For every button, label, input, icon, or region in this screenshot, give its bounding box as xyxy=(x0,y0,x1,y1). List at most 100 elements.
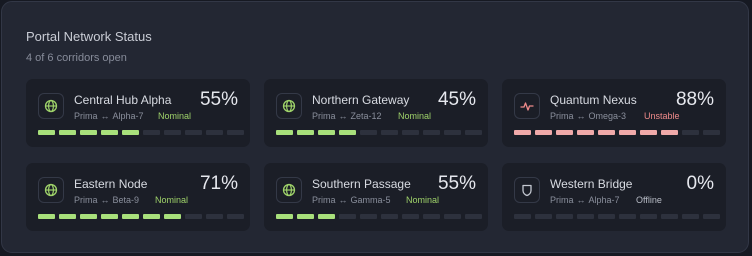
bar-segment xyxy=(80,130,97,135)
capacity-percent: 55% xyxy=(437,173,476,194)
status-badge: Nominal xyxy=(158,111,192,121)
bar-segment xyxy=(640,130,657,135)
route-arrow: ↔ xyxy=(100,111,110,121)
route-to: Omega-3 xyxy=(588,111,627,121)
status-badge: Nominal xyxy=(155,195,189,205)
bar-segment xyxy=(514,214,531,219)
route-from: Prima xyxy=(550,111,574,121)
corridor-name: Quantum Nexus xyxy=(550,93,637,107)
route-from: Prima xyxy=(312,111,336,121)
bar-segment xyxy=(297,214,314,219)
bar-segment xyxy=(444,214,461,219)
bar-segment xyxy=(59,214,76,219)
bar-segment xyxy=(276,130,293,135)
bar-segment xyxy=(381,214,398,219)
corridor-route: Prima ↔ Alpha-7 xyxy=(74,111,144,121)
bar-segment xyxy=(556,130,573,135)
globe-icon xyxy=(276,177,302,203)
bar-segment xyxy=(318,214,335,219)
bar-segment xyxy=(227,130,244,135)
corridor-route: Prima ↔ Beta-9 xyxy=(74,195,139,205)
bar-segment xyxy=(101,130,118,135)
bar-segment xyxy=(402,214,419,219)
bar-segment xyxy=(423,214,440,219)
bar-segment xyxy=(619,214,636,219)
bar-segment xyxy=(164,130,181,135)
portal-status-panel: Portal Network Status 4 of 6 corridors o… xyxy=(1,1,749,253)
capacity-bar xyxy=(514,214,720,219)
bar-segment xyxy=(360,214,377,219)
bar-segment xyxy=(381,130,398,135)
bar-segment xyxy=(227,214,244,219)
capacity-percent: 88% xyxy=(675,89,714,110)
corridor-card[interactable]: Southern Passage Prima ↔ Gamma-5 Nominal 5… xyxy=(264,163,488,231)
bar-segment xyxy=(423,130,440,135)
corridor-card[interactable]: Eastern Node Prima ↔ Beta-9 Nominal 71% xyxy=(26,163,250,231)
corridor-name: Southern Passage xyxy=(312,177,411,191)
bar-segment xyxy=(38,214,55,219)
route-arrow: ↔ xyxy=(338,195,348,205)
corridor-route: Prima ↔ Omega-3 xyxy=(550,111,626,121)
route-to: Zeta-12 xyxy=(350,111,382,121)
bar-segment xyxy=(577,214,594,219)
status-badge: Nominal xyxy=(398,111,432,121)
bar-segment xyxy=(556,214,573,219)
globe-icon xyxy=(38,177,64,203)
bar-segment xyxy=(514,130,531,135)
status-badge: Nominal xyxy=(406,195,440,205)
bar-segment xyxy=(185,130,202,135)
bar-segment xyxy=(339,130,356,135)
corridor-route: Prima ↔ Zeta-12 xyxy=(312,111,382,121)
status-badge: Offline xyxy=(636,195,662,205)
shield-icon xyxy=(514,177,540,203)
bar-segment xyxy=(59,130,76,135)
bar-segment xyxy=(122,130,139,135)
bar-segment xyxy=(402,130,419,135)
corridor-name: Eastern Node xyxy=(74,177,148,191)
bar-segment xyxy=(661,214,678,219)
bar-segment xyxy=(682,130,699,135)
bar-segment xyxy=(444,130,461,135)
bar-segment xyxy=(661,130,678,135)
capacity-percent: 0% xyxy=(686,173,714,194)
bar-segment xyxy=(339,214,356,219)
corridor-card[interactable]: Western Bridge Prima ↔ Alpha-7 Offline 0% xyxy=(502,163,726,231)
capacity-bar xyxy=(276,214,482,219)
corridor-card[interactable]: Quantum Nexus Prima ↔ Omega-3 Unstable 88% xyxy=(502,79,726,147)
bar-segment xyxy=(465,214,482,219)
route-arrow: ↔ xyxy=(576,111,586,121)
corridor-card[interactable]: Northern Gateway Prima ↔ Zeta-12 Nominal 4… xyxy=(264,79,488,147)
route-arrow: ↔ xyxy=(338,111,348,121)
capacity-percent: 71% xyxy=(199,173,238,194)
route-from: Prima xyxy=(74,111,98,121)
bar-segment xyxy=(598,214,615,219)
bar-segment xyxy=(598,130,615,135)
route-arrow: ↔ xyxy=(576,195,586,205)
capacity-bar xyxy=(38,130,244,135)
capacity-bar xyxy=(38,214,244,219)
bar-segment xyxy=(122,214,139,219)
route-from: Prima xyxy=(550,195,574,205)
bar-segment xyxy=(360,130,377,135)
route-to: Alpha-7 xyxy=(112,111,144,121)
bar-segment xyxy=(535,214,552,219)
pulse-icon xyxy=(514,93,540,119)
capacity-percent: 55% xyxy=(199,89,238,110)
bar-segment xyxy=(703,214,720,219)
bar-segment xyxy=(577,130,594,135)
bar-segment xyxy=(80,214,97,219)
bar-segment xyxy=(535,130,552,135)
corridor-card[interactable]: Central Hub Alpha Prima ↔ Alpha-7 Nominal … xyxy=(26,79,250,147)
corridor-route: Prima ↔ Alpha-7 xyxy=(550,195,620,205)
corridor-name: Western Bridge xyxy=(550,177,633,191)
bar-segment xyxy=(185,214,202,219)
bar-segment xyxy=(318,130,335,135)
corridor-route: Prima ↔ Gamma-5 xyxy=(312,195,391,205)
route-to: Beta-9 xyxy=(112,195,140,205)
bar-segment xyxy=(619,130,636,135)
bar-segment xyxy=(143,214,160,219)
panel-title: Portal Network Status xyxy=(26,29,152,44)
bar-segment xyxy=(143,130,160,135)
capacity-percent: 45% xyxy=(437,89,476,110)
route-to: Alpha-7 xyxy=(588,195,620,205)
